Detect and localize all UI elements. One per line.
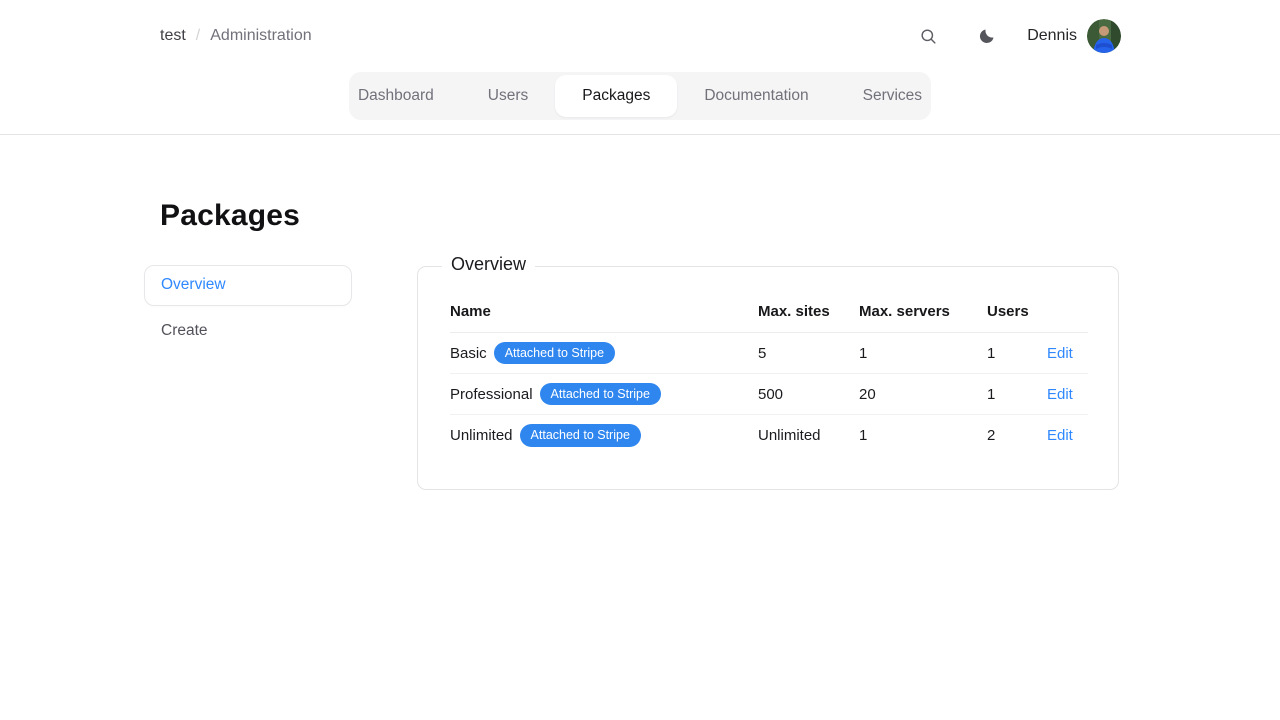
col-header-max-servers: Max. servers bbox=[859, 303, 950, 320]
package-name-cell: Unlimited Attached to Stripe bbox=[450, 424, 758, 447]
col-header-max-sites: Max. sites bbox=[758, 303, 830, 320]
sidebar-item-create[interactable]: Create bbox=[144, 310, 352, 340]
tab-services[interactable]: Services bbox=[836, 75, 949, 117]
package-name: Professional bbox=[450, 385, 533, 403]
col-header-users: Users bbox=[987, 303, 1029, 320]
package-name-cell: Basic Attached to Stripe bbox=[450, 341, 758, 365]
topbar-actions: Dennis bbox=[917, 0, 1121, 72]
page-title: Packages bbox=[160, 199, 301, 232]
table-row: Professional Attached to Stripe 500 20 1… bbox=[450, 374, 1088, 415]
max-sites-value: 5 bbox=[758, 344, 767, 362]
max-sites-value: 500 bbox=[758, 385, 784, 403]
users-value: 2 bbox=[987, 427, 996, 444]
breadcrumb-root[interactable]: test bbox=[160, 27, 186, 45]
moon-icon[interactable] bbox=[975, 25, 997, 47]
edit-link[interactable]: Edit bbox=[1047, 386, 1073, 403]
stripe-badge: Attached to Stripe bbox=[493, 341, 616, 365]
package-name: Unlimited bbox=[450, 427, 513, 444]
overview-panel: Overview Name Max. sites Max. servers Us… bbox=[417, 254, 1119, 490]
panel-legend: Overview bbox=[442, 254, 536, 275]
max-servers-value: 1 bbox=[859, 427, 868, 444]
package-name: Basic bbox=[450, 344, 487, 362]
max-sites-value: Unlimited bbox=[758, 427, 821, 444]
tab-users[interactable]: Users bbox=[461, 75, 555, 117]
packages-table: Name Max. sites Max. servers Users Basic… bbox=[450, 291, 1088, 456]
max-servers-value: 1 bbox=[859, 344, 868, 362]
stripe-badge: Attached to Stripe bbox=[539, 382, 661, 406]
page: test / Administration Dennis Dashboard U… bbox=[0, 0, 1280, 720]
tab-packages[interactable]: Packages bbox=[555, 75, 678, 117]
tabbar: Dashboard Users Packages Documentation S… bbox=[349, 72, 931, 120]
max-servers-value: 20 bbox=[859, 385, 876, 403]
side-nav: Overview Create bbox=[144, 265, 352, 340]
user-name[interactable]: Dennis bbox=[1027, 27, 1077, 45]
search-icon[interactable] bbox=[917, 25, 939, 47]
edit-link[interactable]: Edit bbox=[1047, 345, 1073, 362]
topbar: test / Administration Dennis bbox=[0, 0, 1280, 72]
panel-body: Name Max. sites Max. servers Users Basic… bbox=[418, 267, 1118, 456]
table-header-row: Name Max. sites Max. servers Users bbox=[450, 291, 1088, 333]
stripe-badge: Attached to Stripe bbox=[519, 424, 641, 447]
breadcrumb: test / Administration bbox=[160, 0, 312, 72]
col-header-name: Name bbox=[450, 303, 491, 320]
tab-dashboard[interactable]: Dashboard bbox=[331, 75, 461, 117]
table-row: Basic Attached to Stripe 5 1 1 Edit bbox=[450, 333, 1088, 374]
avatar[interactable] bbox=[1087, 19, 1121, 53]
table-row: Unlimited Attached to Stripe Unlimited 1… bbox=[450, 415, 1088, 456]
edit-link[interactable]: Edit bbox=[1047, 427, 1073, 444]
package-name-cell: Professional Attached to Stripe bbox=[450, 382, 758, 406]
users-value: 1 bbox=[987, 385, 996, 403]
sidebar-item-overview[interactable]: Overview bbox=[144, 265, 352, 306]
breadcrumb-separator: / bbox=[195, 27, 201, 44]
breadcrumb-current: Administration bbox=[210, 27, 312, 44]
header-divider bbox=[0, 134, 1280, 135]
tab-documentation[interactable]: Documentation bbox=[677, 75, 835, 117]
users-value: 1 bbox=[987, 344, 996, 362]
